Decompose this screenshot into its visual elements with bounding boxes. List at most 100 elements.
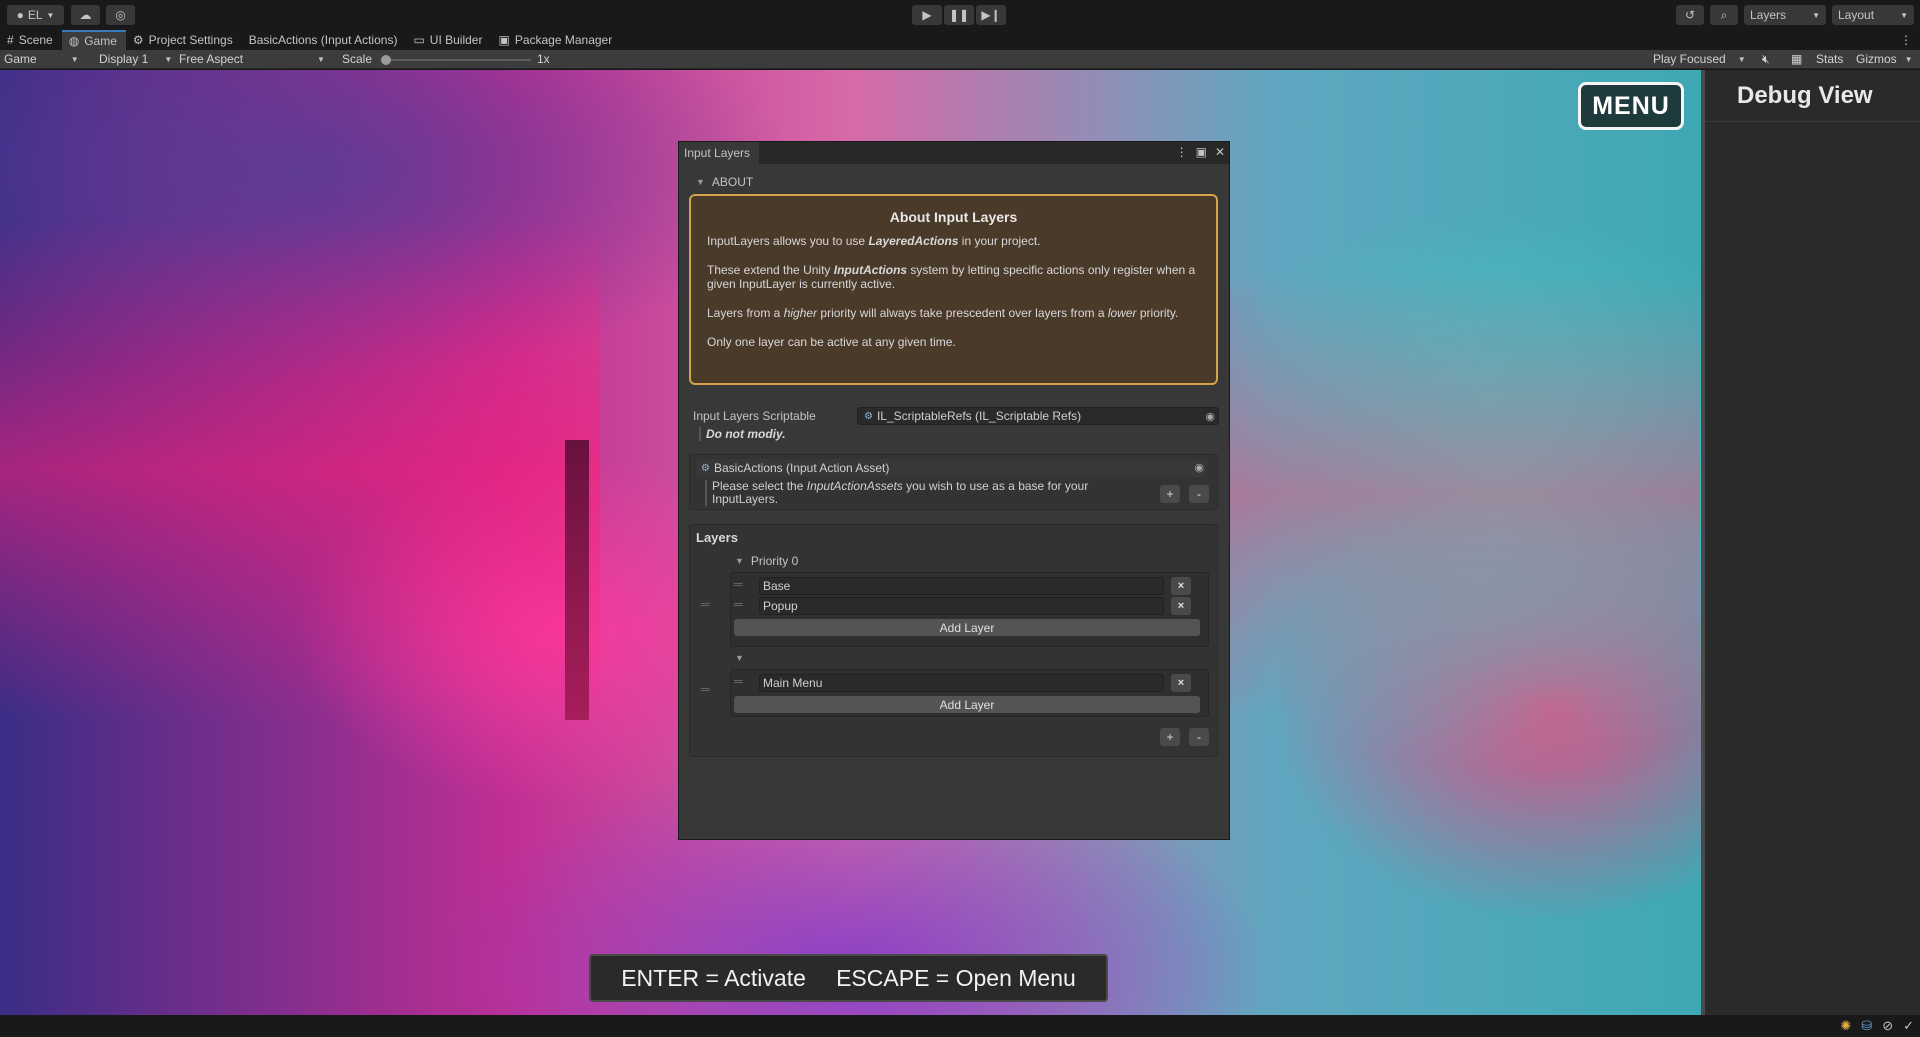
maximize-icon[interactable]: ▣ (1196, 145, 1207, 159)
hint-escape: ESCAPE = Open Menu (836, 964, 1076, 991)
account-label: EL (27, 8, 43, 22)
drag-handle-icon[interactable]: ═ (734, 577, 743, 591)
more-options-icon[interactable]: ⋮ (1900, 33, 1912, 47)
layer-name-field[interactable]: Popup (759, 597, 1164, 615)
gizmos-dropdown[interactable]: Gizmos ▼ (1856, 52, 1913, 66)
tab-ui-builder[interactable]: ▭ UI Builder (406, 30, 491, 50)
pause-button[interactable]: ❚❚ (944, 5, 974, 25)
aspect-dropdown[interactable]: Free Aspect ▼ (179, 52, 325, 66)
text: These extend the Unity (707, 263, 834, 277)
network-icon[interactable]: ⊘ (1882, 1018, 1893, 1034)
corridor-right-wall (1230, 270, 1700, 720)
scriptable-field-row: Input Layers Scriptable ⚙ IL_ScriptableR… (693, 407, 1219, 425)
mute-icon: 🔇︎ (1762, 52, 1770, 66)
cloud-icon: ☁ (79, 8, 92, 22)
play-button[interactable]: ▶ (912, 5, 942, 25)
remove-layer-button[interactable]: × (1171, 597, 1191, 615)
caret-down-icon: ▼ (46, 10, 55, 20)
play-mode-dropdown[interactable]: Play Focused ▼ (1653, 52, 1746, 66)
database-icon[interactable]: ⛁ (1861, 1018, 1872, 1034)
step-button[interactable]: ▶❙ (976, 5, 1006, 25)
play-mode-label: Play Focused (1653, 52, 1726, 66)
triangle-down-icon: ▼ (735, 556, 744, 566)
game-view-controls: Game ▼ Display 1 ▼ Free Aspect ▼ Scale 1… (0, 50, 1920, 69)
account-dropdown[interactable]: ● EL ▼ (7, 5, 64, 25)
priority-foldout[interactable]: ▼ (735, 653, 744, 663)
scale-slider-handle[interactable] (381, 55, 391, 65)
object-picker-icon[interactable]: ◉ (1194, 461, 1204, 474)
scriptable-value: IL_ScriptableRefs (IL_Scriptable Refs) (876, 409, 1082, 423)
caret-down-icon: ▼ (164, 54, 173, 64)
divider (1705, 121, 1920, 122)
layers-title: Layers (696, 530, 738, 545)
mute-audio-button[interactable]: 🔇︎ (1762, 52, 1770, 67)
drag-handle-icon[interactable]: ═ (734, 597, 743, 611)
display-dropdown[interactable]: Display 1 ▼ (99, 52, 172, 66)
layer-name-field[interactable]: Base (759, 577, 1164, 595)
caret-down-icon: ▼ (1737, 54, 1746, 64)
layer-name-field[interactable]: Main Menu (759, 674, 1164, 692)
history-icon: ↺ (1684, 8, 1696, 22)
check-icon[interactable]: ✓ (1903, 1018, 1914, 1034)
about-help-box: About Input Layers InputLayers allows yo… (689, 194, 1218, 385)
add-priority-button[interactable]: + (1160, 728, 1180, 746)
scriptable-object-field[interactable]: ⚙ IL_ScriptableRefs (IL_Scriptable Refs)… (857, 407, 1219, 425)
caret-down-icon: ▼ (1812, 10, 1820, 20)
window-header: Input Layers ⋮ ▣ ✕ (679, 142, 1229, 164)
scale-slider-track[interactable] (385, 59, 531, 61)
view-mode-label: Game (4, 52, 37, 66)
text: Layers from a (707, 306, 784, 320)
menu-button[interactable]: MENU (1578, 82, 1684, 130)
remove-priority-button[interactable]: - (1189, 728, 1209, 746)
collab-button[interactable]: ◎ (106, 5, 135, 25)
input-layers-tab[interactable]: Input Layers (679, 142, 760, 164)
window-controls: ⋮ ▣ ✕ (1176, 145, 1225, 159)
add-layer-button[interactable]: Add Layer (734, 696, 1200, 713)
add-asset-button[interactable]: + (1160, 485, 1180, 503)
tab-label: UI Builder (429, 33, 483, 47)
tab-label: Game (84, 34, 117, 48)
stats-grid-button[interactable]: ▦ (1791, 52, 1802, 66)
text: InputLayers allows you to use (707, 234, 869, 248)
more-options-icon[interactable]: ⋮ (1176, 145, 1188, 159)
text: Please select the (712, 479, 807, 493)
cloud-button[interactable]: ☁ (71, 5, 100, 25)
layout-dropdown[interactable]: Layout ▼ (1832, 5, 1914, 25)
search-button[interactable]: ⌕ (1710, 5, 1738, 25)
add-layer-button[interactable]: Add Layer (734, 619, 1200, 636)
lighting-icon[interactable]: ✺ (1840, 1018, 1851, 1034)
gizmos-label: Gizmos (1856, 52, 1897, 66)
tab-basic-actions[interactable]: BasicActions (Input Actions) (242, 30, 407, 50)
corridor-left-wall (0, 220, 600, 720)
remove-layer-button[interactable]: × (1171, 577, 1191, 595)
tab-label: Scene (18, 33, 53, 47)
view-mode-dropdown[interactable]: Game ▼ (4, 52, 79, 66)
input-action-asset-box: ⚙ BasicActions (Input Action Asset) ◉ Pl… (689, 454, 1218, 510)
tab-scene[interactable]: # Scene (0, 30, 62, 50)
remove-asset-button[interactable]: - (1189, 485, 1209, 503)
drag-handle-icon[interactable]: ═ (701, 682, 710, 696)
playmode-controls: ▶ ❚❚ ▶❙ (912, 5, 1006, 25)
close-icon[interactable]: ✕ (1215, 145, 1225, 159)
layers-label: Layers (1750, 8, 1787, 22)
input-action-asset-field[interactable]: ⚙ BasicActions (Input Action Asset) ◉ (697, 459, 1207, 477)
remove-layer-button[interactable]: × (1171, 674, 1191, 692)
triangle-down-icon: ▼ (735, 653, 744, 663)
controls-hint-bar: ENTER = Activate ESCAPE = Open Menu (589, 954, 1108, 1002)
drag-handle-icon[interactable]: ═ (734, 674, 743, 688)
about-foldout[interactable]: ▼ ABOUT (696, 175, 753, 189)
caret-down-icon: ▼ (1900, 10, 1908, 20)
stats-button[interactable]: Stats (1816, 52, 1843, 66)
object-picker-icon[interactable]: ◉ (1205, 410, 1215, 423)
hint-enter: ENTER = Activate (621, 964, 806, 991)
tab-package-manager[interactable]: ▣ Package Manager (491, 30, 621, 50)
layers-dropdown[interactable]: Layers ▼ (1744, 5, 1826, 25)
history-button[interactable]: ↺ (1676, 5, 1704, 25)
priority-foldout[interactable]: ▼ Priority 0 (735, 554, 798, 568)
emphasis: higher (783, 306, 818, 320)
emphasis: InputActions (833, 263, 908, 277)
tab-game[interactable]: ◍ Game (61, 30, 126, 50)
tab-project-settings[interactable]: ⚙ Project Settings (126, 30, 242, 50)
drag-handle-icon[interactable]: ═ (701, 597, 710, 611)
input-action-asset-icon: ⚙ (701, 462, 710, 474)
